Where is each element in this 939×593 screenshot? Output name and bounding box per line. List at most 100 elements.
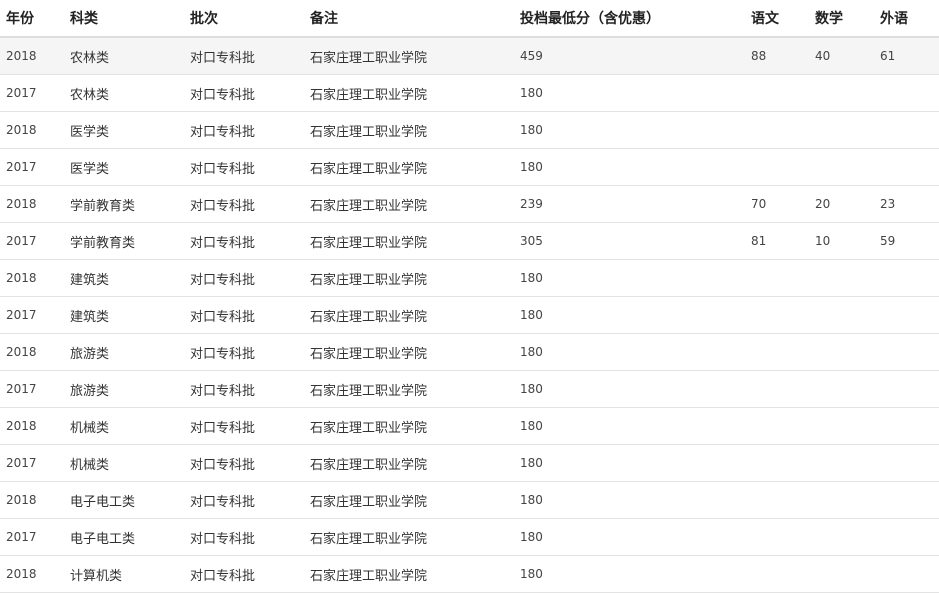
cell-min-score: 180 [514, 444, 745, 482]
cell-batch: 对口专科批 [184, 555, 304, 593]
cell-english: 23 [874, 185, 939, 223]
header-note: 备注 [304, 0, 514, 38]
cell-english [874, 407, 939, 445]
cell-note: 石家庄理工职业学院 [304, 259, 514, 297]
cell-year: 2018 [0, 555, 64, 593]
cell-chinese [745, 518, 809, 556]
table-row: 2018 医学类 对口专科批 石家庄理工职业学院 180 [0, 111, 939, 149]
table-row: 2017 机械类 对口专科批 石家庄理工职业学院 180 [0, 444, 939, 482]
cell-min-score: 305 [514, 222, 745, 260]
cell-year: 2017 [0, 444, 64, 482]
cell-year: 2018 [0, 37, 64, 75]
cell-min-score: 180 [514, 370, 745, 408]
cell-batch: 对口专科批 [184, 259, 304, 297]
cell-chinese [745, 148, 809, 186]
cell-note: 石家庄理工职业学院 [304, 370, 514, 408]
cell-chinese: 70 [745, 185, 809, 223]
score-table: 年份 科类 批次 备注 投档最低分（含优惠） 语文 数学 外语 2018 农林类对… [0, 0, 939, 593]
cell-note: 石家庄理工职业学院 [304, 518, 514, 556]
cell-category: 计算机类 [64, 555, 184, 593]
header-english: 外语 [874, 0, 939, 38]
header-category: 科类 [64, 0, 184, 38]
cell-batch: 对口专科批 [184, 148, 304, 186]
cell-min-score: 180 [514, 74, 745, 112]
cell-batch: 对口专科批 [184, 74, 304, 112]
table-row: 2018 旅游类 对口专科批 石家庄理工职业学院 180 [0, 333, 939, 371]
cell-batch: 对口专科批 [184, 185, 304, 223]
cell-year: 2017 [0, 222, 64, 260]
cell-year: 2017 [0, 148, 64, 186]
table-row: 2017 学前教育类 对口专科批 石家庄理工职业学院 305 81 10 59 [0, 222, 939, 260]
cell-min-score: 180 [514, 259, 745, 297]
cell-english [874, 481, 939, 519]
cell-year: 2018 [0, 111, 64, 149]
table-row: 2018 农林类 对口专科批 石家庄理工职业学院 459 88 40 61 [0, 37, 939, 75]
table-row: 2018 学前教育类 对口专科批 石家庄理工职业学院 239 70 20 23 [0, 185, 939, 223]
cell-note: 石家庄理工职业学院 [304, 222, 514, 260]
cell-english [874, 259, 939, 297]
table-body: 2018 农林类 对口专科批 石家庄理工职业学院 459 88 40 61 2017 农林类 对口专… [0, 37, 939, 593]
table-row: 2017 农林类 对口专科批 石家庄理工职业学院 180 [0, 74, 939, 112]
header-row: 年份 科类 批次 备注 投档最低分（含优惠） 语文 数学 外语 [0, 0, 939, 38]
cell-year: 2017 [0, 370, 64, 408]
cell-chinese [745, 481, 809, 519]
cell-note: 石家庄理工职业学院 [304, 185, 514, 223]
cell-year: 2018 [0, 407, 64, 445]
cell-chinese [745, 259, 809, 297]
cell-chinese [745, 444, 809, 482]
cell-batch: 对口专科批 [184, 333, 304, 371]
cell-english [874, 444, 939, 482]
cell-batch: 对口专科批 [184, 444, 304, 482]
cell-batch: 对口专科批 [184, 370, 304, 408]
cell-min-score: 180 [514, 555, 745, 593]
cell-math [809, 333, 874, 371]
cell-math [809, 370, 874, 408]
cell-math [809, 111, 874, 149]
cell-note: 石家庄理工职业学院 [304, 37, 514, 75]
cell-chinese [745, 333, 809, 371]
cell-min-score: 180 [514, 518, 745, 556]
cell-english [874, 370, 939, 408]
cell-batch: 对口专科批 [184, 111, 304, 149]
cell-note: 石家庄理工职业学院 [304, 111, 514, 149]
cell-min-score: 180 [514, 111, 745, 149]
cell-math [809, 259, 874, 297]
cell-category: 学前教育类 [64, 185, 184, 223]
cell-english [874, 148, 939, 186]
header-batch: 批次 [184, 0, 304, 38]
cell-batch: 对口专科批 [184, 407, 304, 445]
cell-min-score: 180 [514, 407, 745, 445]
table-row: 2017 电子电工类 对口专科批 石家庄理工职业学院 180 [0, 518, 939, 556]
cell-min-score: 239 [514, 185, 745, 223]
cell-category: 电子电工类 [64, 481, 184, 519]
cell-note: 石家庄理工职业学院 [304, 74, 514, 112]
cell-english [874, 518, 939, 556]
cell-category: 医学类 [64, 111, 184, 149]
cell-batch: 对口专科批 [184, 222, 304, 260]
cell-category: 建筑类 [64, 259, 184, 297]
cell-english [874, 333, 939, 371]
cell-note: 石家庄理工职业学院 [304, 148, 514, 186]
cell-math [809, 296, 874, 334]
cell-category: 农林类 [64, 37, 184, 75]
cell-chinese [745, 296, 809, 334]
cell-english: 61 [874, 37, 939, 75]
cell-english: 59 [874, 222, 939, 260]
cell-year: 2017 [0, 296, 64, 334]
cell-math: 10 [809, 222, 874, 260]
cell-english [874, 111, 939, 149]
cell-min-score: 180 [514, 148, 745, 186]
cell-category: 学前教育类 [64, 222, 184, 260]
cell-chinese: 88 [745, 37, 809, 75]
cell-chinese [745, 407, 809, 445]
cell-chinese [745, 555, 809, 593]
table-header: 年份 科类 批次 备注 投档最低分（含优惠） 语文 数学 外语 [0, 0, 939, 38]
cell-math [809, 444, 874, 482]
cell-math [809, 555, 874, 593]
cell-english [874, 74, 939, 112]
cell-batch: 对口专科批 [184, 37, 304, 75]
cell-math [809, 481, 874, 519]
cell-category: 医学类 [64, 148, 184, 186]
cell-english [874, 555, 939, 593]
cell-min-score: 180 [514, 296, 745, 334]
